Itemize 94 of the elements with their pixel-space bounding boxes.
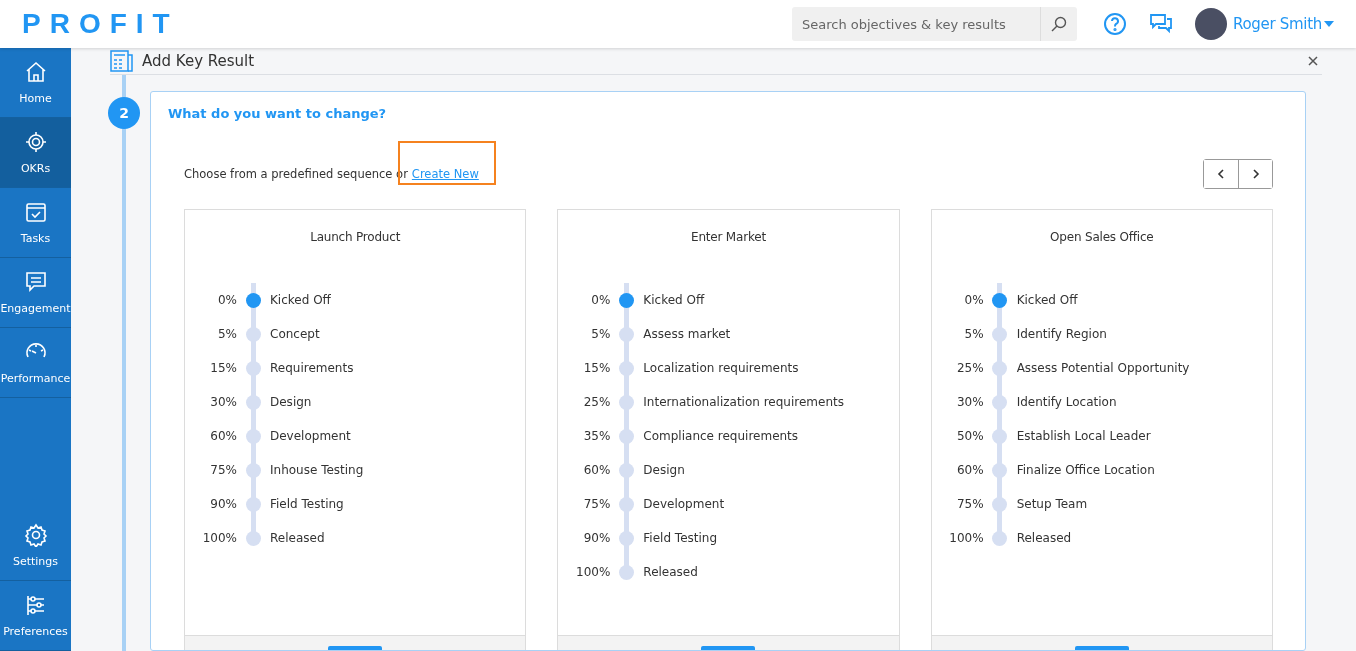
step-label: Assess market (643, 327, 731, 341)
sequence-title: Enter Market (690, 230, 767, 244)
sidebar-item[interactable]: Performance (0, 328, 71, 398)
step-label: Field Testing (643, 531, 718, 545)
step-percent: 0% (963, 293, 984, 307)
chevron-right-icon (1251, 169, 1260, 179)
sequence-card[interactable]: Launch Product 0% Kicked Off 5% Concept 15% Requirements 30% Design 60% Development 75% Inhouse Testing 90% Field Testing 100% Released (184, 209, 527, 650)
step-label: Identify Location (1016, 395, 1117, 409)
step-percent: 60% (582, 463, 611, 477)
step-percent: 75% (582, 497, 611, 511)
step-percent: 0% (216, 293, 237, 307)
step-label: Identify Region (1016, 327, 1107, 341)
step-label: Compliance requirements (643, 429, 799, 443)
sidebar-label: Performance (0, 372, 71, 385)
step-label: Design (643, 463, 685, 477)
sidebar-item[interactable]: Settings (0, 511, 71, 581)
step-percent: 100% (201, 531, 237, 545)
step-percent: 0% (590, 293, 611, 307)
sequence-title: Open Sales Office (1049, 230, 1155, 244)
step-label: Design (270, 395, 312, 409)
dialog-title: Add Key Result (142, 52, 255, 70)
create-new-link[interactable]: Create New (411, 167, 479, 181)
step-label: Internationalization requirements (643, 395, 844, 409)
sidebar-item[interactable]: Tasks (0, 188, 71, 258)
step-label: Requirements (270, 361, 354, 375)
sidebar-label: Settings (12, 555, 59, 568)
step-label: Released (1016, 531, 1072, 545)
step-percent: 5% (963, 327, 984, 341)
user-menu[interactable]: Roger Smith (1233, 15, 1334, 33)
step-number: 2 (108, 97, 140, 129)
step-percent: 75% (956, 497, 984, 511)
step-label: Finalize Office Location (1016, 463, 1155, 477)
step-label: Kicked Off (1016, 293, 1078, 307)
search-field[interactable]: Search objectives & key results (792, 7, 1040, 41)
sequence-card[interactable]: Enter Market 0% Kicked Off 5% Assess market 15% Localization requirements 25% Internationalization requirements 35% Compliance requirements 60% Design 75% Development 90% Field Testing 100% Released (557, 209, 900, 650)
step-label: Kicked Off (270, 293, 331, 307)
sidebar-item[interactable]: Engagement (0, 258, 71, 328)
step-label: Inhouse Testing (270, 463, 364, 477)
step-percent: 5% (216, 327, 237, 341)
step-percent: 35% (582, 429, 611, 443)
step-percent: 25% (956, 361, 984, 375)
sequence-card[interactable]: Open Sales Office 0% Kicked Off 5% Identify Region 25% Assess Potential Opportunity 30% Identify Location 50% Establish Local Leader 60% Finalize Office Location 75% Setup Team 100% Released (930, 209, 1273, 650)
step-label: Setup Team (1016, 497, 1088, 511)
search-button[interactable] (1040, 7, 1077, 41)
step-percent: 5% (590, 327, 611, 341)
step-label: Establish Local Leader (1016, 429, 1151, 443)
step-title: What do you want to change? (168, 106, 388, 121)
step-percent: 60% (956, 463, 984, 477)
step-label: Kicked Off (643, 293, 705, 307)
step-percent: 90% (209, 497, 237, 511)
select-button[interactable] (701, 646, 756, 650)
profit-logo[interactable]: PROFIT (22, 8, 179, 40)
sequence-title: Launch Product (309, 230, 402, 244)
step-percent: 100% (575, 565, 611, 579)
step-label: Localization requirements (643, 361, 799, 375)
step-label: Concept (270, 327, 320, 341)
select-button[interactable] (1074, 646, 1129, 650)
avatar[interactable] (1195, 8, 1227, 40)
target-icon (23, 130, 48, 154)
step-percent: 15% (209, 361, 237, 375)
step-percent: 60% (209, 429, 237, 443)
chat-icon (23, 270, 48, 294)
step-percent: 30% (209, 395, 237, 409)
sidebar-item[interactable]: OKRs (0, 118, 71, 188)
select-button[interactable] (328, 646, 383, 650)
step-label: Development (643, 497, 725, 511)
close-icon (1308, 56, 1318, 66)
step-percent: 100% (948, 531, 984, 545)
search-icon (1051, 16, 1067, 32)
step-percent: 75% (209, 463, 237, 477)
step-percent: 30% (956, 395, 984, 409)
chevron-left-icon (1217, 169, 1225, 179)
chat-icon[interactable] (1149, 12, 1173, 36)
sidebar-item[interactable]: Preferences (0, 581, 71, 651)
help-icon[interactable] (1103, 12, 1127, 36)
sidebar-label: Home (19, 92, 52, 105)
calculator-icon (110, 50, 134, 72)
step-label: Released (643, 565, 698, 579)
step-label: Development (270, 429, 351, 443)
step-percent: 90% (582, 531, 611, 545)
step-percent: 25% (582, 395, 611, 409)
caret-icon (1324, 21, 1334, 27)
step-label: Assess Potential Opportunity (1016, 361, 1190, 375)
sidebar-label: Preferences (3, 625, 68, 638)
step-percent: 15% (582, 361, 611, 375)
settings-icon (23, 523, 48, 547)
step-percent: 50% (956, 429, 984, 443)
step-label: Field Testing (270, 497, 344, 511)
calendar-check-icon (23, 200, 48, 224)
sidebar-label: Engagement (0, 302, 71, 315)
next-button[interactable] (1238, 160, 1272, 188)
sidebar-label: OKRs (20, 162, 51, 175)
sidebar-label: Tasks (20, 232, 51, 245)
step-label: Released (270, 531, 325, 545)
